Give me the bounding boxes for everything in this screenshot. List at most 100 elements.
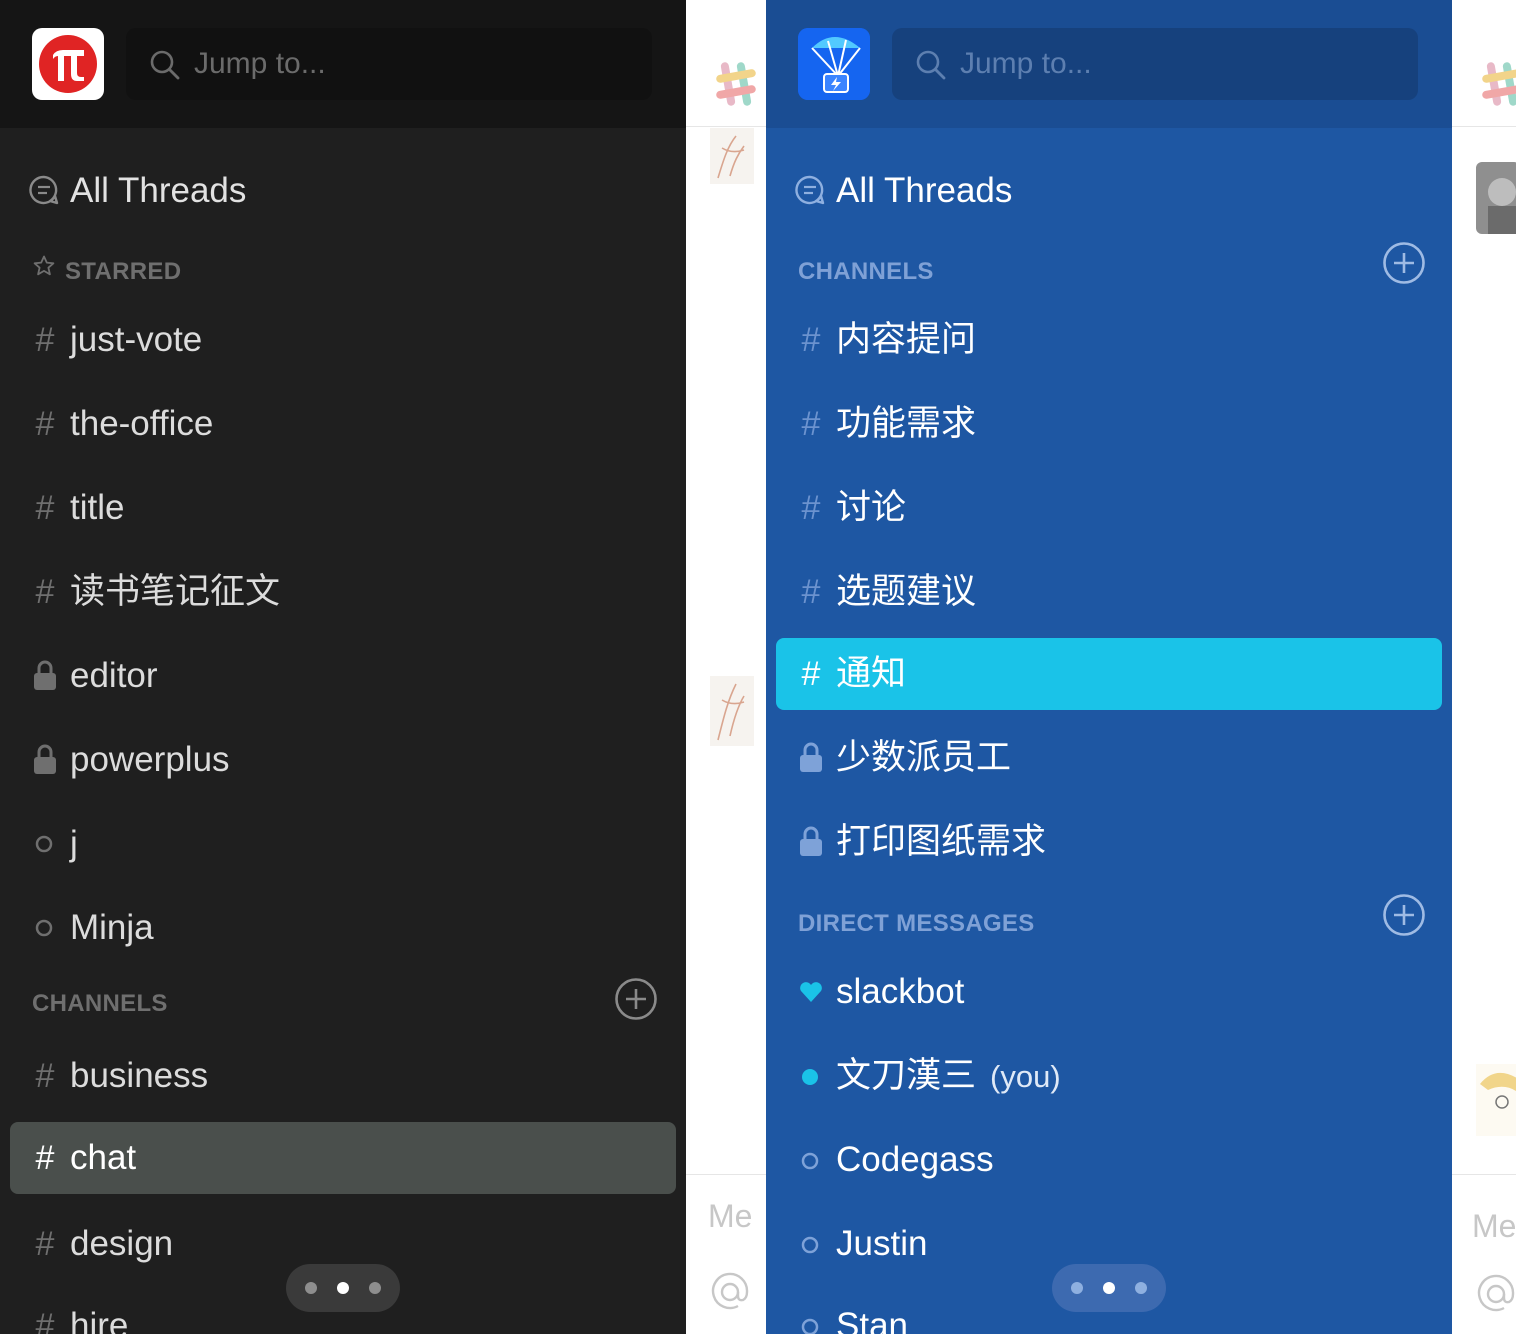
right-sidebar: Jump to... All Threads CHANNELS # 内容提问 #… bbox=[766, 0, 1452, 1334]
you-suffix: (you) bbox=[990, 1059, 1061, 1094]
channel-hash-icon: # bbox=[35, 405, 55, 443]
sidebar-item-label: 读书笔记征文 bbox=[70, 572, 281, 612]
presence-away-icon bbox=[801, 1152, 819, 1170]
direct-messages-section-header: DIRECT MESSAGES bbox=[798, 894, 1438, 940]
sidebar-item-channel-7[interactable]: 打印图纸需求 bbox=[776, 806, 1442, 878]
sidebar-item-the-office[interactable]: # the-office bbox=[10, 388, 676, 460]
sidebar-item-dm-minja[interactable]: Minja bbox=[10, 892, 676, 964]
sidebar-item-business[interactable]: # business bbox=[10, 1040, 676, 1112]
parachute-logo-icon bbox=[798, 28, 870, 100]
presence-away-icon bbox=[35, 919, 53, 937]
add-channel-icon[interactable] bbox=[614, 977, 658, 1021]
channels-header-label: CHANNELS bbox=[798, 258, 934, 285]
sidebar-header: Jump to... bbox=[766, 0, 1452, 128]
avatar bbox=[710, 676, 754, 746]
sidebar-item-label: 打印图纸需求 bbox=[836, 822, 1047, 862]
channel-hash-icon: # bbox=[801, 489, 821, 527]
heart-icon bbox=[800, 982, 822, 1002]
lock-icon bbox=[34, 660, 56, 690]
all-threads-link[interactable]: All Threads bbox=[70, 170, 246, 212]
channel-hash-icon: # bbox=[35, 321, 55, 359]
sidebar-item-label: Codegass bbox=[836, 1140, 994, 1179]
add-dm-icon[interactable] bbox=[1382, 893, 1426, 937]
sidebar-item-label: design bbox=[70, 1224, 174, 1263]
page-dot bbox=[305, 1282, 317, 1294]
channels-section-header: CHANNELS bbox=[798, 242, 1438, 288]
threads-icon bbox=[795, 175, 825, 205]
jump-to-search[interactable]: Jump to... bbox=[892, 28, 1418, 100]
jump-to-search[interactable]: Jump to... bbox=[126, 28, 652, 100]
page-dot bbox=[1071, 1282, 1083, 1294]
sidebar-item-label: 少数派员工 bbox=[836, 738, 1012, 778]
divider bbox=[1452, 126, 1516, 127]
sidebar-item-channel-4[interactable]: # 选题建议 bbox=[776, 556, 1442, 628]
page-dot bbox=[369, 1282, 381, 1294]
add-channel-icon[interactable] bbox=[1382, 241, 1426, 285]
page-dot-active bbox=[337, 1282, 349, 1294]
at-icon bbox=[1477, 1274, 1515, 1312]
sidebar-item-label: Justin bbox=[836, 1224, 928, 1263]
sidebar-item-label: slackbot bbox=[836, 972, 965, 1011]
sidebar-item-channel-5[interactable]: # 通知 bbox=[776, 638, 1442, 710]
threads-icon bbox=[29, 175, 59, 205]
sidebar-item-powerplus[interactable]: powerplus bbox=[10, 724, 676, 796]
presence-active-icon bbox=[802, 1069, 818, 1085]
divider bbox=[1452, 1174, 1516, 1175]
sidebar-item-dm-codegass[interactable]: Codegass bbox=[776, 1124, 1442, 1196]
sidebar-item-label: 功能需求 bbox=[836, 404, 977, 444]
channels-section-header: CHANNELS bbox=[32, 977, 672, 1021]
divider bbox=[686, 1174, 766, 1175]
sidebar-item-label: the-office bbox=[70, 404, 214, 443]
channel-hash-icon: # bbox=[35, 1139, 55, 1177]
sidebar-item-label: Minja bbox=[70, 908, 154, 947]
page-indicator bbox=[1052, 1264, 1166, 1312]
sidebar-item-label: j bbox=[70, 824, 78, 863]
presence-away-icon bbox=[801, 1318, 819, 1334]
sidebar-item-channel-2[interactable]: # 功能需求 bbox=[776, 388, 1442, 460]
page-dot-active bbox=[1103, 1282, 1115, 1294]
team-icon[interactable] bbox=[32, 28, 104, 100]
sidebar-item-dm-self[interactable]: 文刀漢三 (you) bbox=[776, 1040, 1442, 1112]
sidebar-item-label: 讨论 bbox=[836, 488, 907, 528]
presence-away-icon bbox=[35, 835, 53, 853]
channel-hash-icon: # bbox=[35, 1307, 55, 1334]
sidebar-item-chat[interactable]: # chat bbox=[10, 1122, 676, 1194]
pi-logo-icon bbox=[39, 35, 97, 93]
sidebar-item-just-vote[interactable]: # just-vote bbox=[10, 304, 676, 376]
sidebar-item-dm-j[interactable]: j bbox=[10, 808, 676, 880]
sidebar-item-dm-slackbot[interactable]: slackbot bbox=[776, 956, 1442, 1028]
sidebar-item-channel-3[interactable]: # 讨论 bbox=[776, 472, 1442, 544]
search-placeholder: Jump to... bbox=[194, 47, 326, 80]
sidebar-item-channel-6[interactable]: 少数派员工 bbox=[776, 722, 1442, 794]
sidebar-item-label: just-vote bbox=[70, 320, 203, 359]
sidebar-item-label: chat bbox=[70, 1138, 137, 1177]
sidebar-item-label: business bbox=[70, 1056, 209, 1095]
sidebar-item-editor[interactable]: editor bbox=[10, 640, 676, 712]
channel-hash-icon: # bbox=[801, 655, 821, 693]
sidebar-item-label: 通知 bbox=[836, 654, 907, 694]
channel-hash-icon: # bbox=[801, 573, 821, 611]
channel-hash-icon: # bbox=[35, 1057, 55, 1095]
all-threads-link[interactable]: All Threads bbox=[836, 170, 1012, 212]
channels-header-label: CHANNELS bbox=[32, 990, 168, 1017]
search-placeholder: Jump to... bbox=[960, 47, 1092, 80]
avatar bbox=[1476, 162, 1516, 234]
team-icon[interactable] bbox=[798, 28, 870, 100]
dm-name: 文刀漢三 bbox=[836, 1056, 977, 1096]
sidebar-item-title[interactable]: # title bbox=[10, 472, 676, 544]
channel-hash-icon: # bbox=[35, 489, 55, 527]
sidebar-item-label: powerplus bbox=[70, 740, 230, 779]
divider bbox=[686, 126, 766, 127]
sidebar-item-label: 选题建议 bbox=[836, 572, 977, 612]
presence-away-icon bbox=[801, 1236, 819, 1254]
search-icon bbox=[916, 50, 946, 80]
direct-messages-header-label: DIRECT MESSAGES bbox=[798, 910, 1035, 937]
lock-icon bbox=[34, 744, 56, 774]
sidebar-item-label: Stan bbox=[836, 1306, 908, 1334]
sidebar-item-channel-1[interactable]: # 内容提问 bbox=[776, 304, 1442, 376]
message-input-fragment: Me bbox=[708, 1198, 753, 1234]
sidebar-item-label: title bbox=[70, 488, 125, 527]
page-dot bbox=[1135, 1282, 1147, 1294]
sidebar-item-reading-notes[interactable]: # 读书笔记征文 bbox=[10, 556, 676, 628]
left-sidebar: Jump to... All Threads STARRED # just-vo… bbox=[0, 0, 686, 1334]
